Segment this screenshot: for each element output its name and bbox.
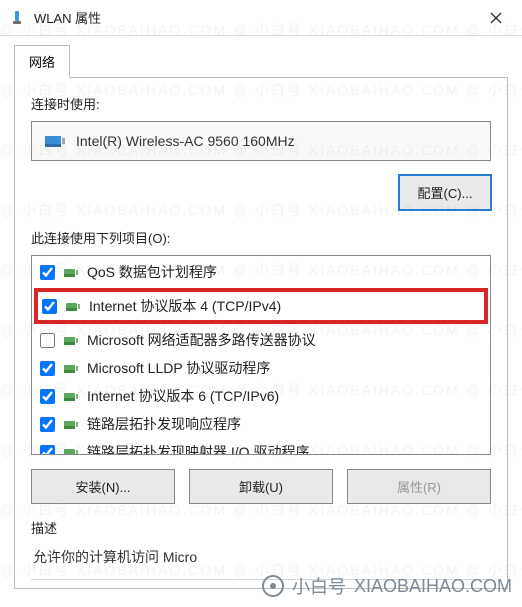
item-label: Internet 协议版本 6 (TCP/IPv6) xyxy=(87,386,279,406)
list-item[interactable]: Microsoft LLDP 协议驱动程序 xyxy=(34,354,488,382)
description-body: 允许你的计算机访问 Micro xyxy=(31,543,491,580)
item-label: QoS 数据包计划程序 xyxy=(87,262,217,282)
item-label: Microsoft LLDP 协议驱动程序 xyxy=(87,358,270,378)
list-item[interactable]: QoS 数据包计划程序 xyxy=(34,258,488,286)
protocol-icon xyxy=(63,333,79,347)
item-checkbox[interactable] xyxy=(40,333,55,348)
protocol-icon xyxy=(63,265,79,279)
close-button[interactable] xyxy=(476,3,516,33)
item-checkbox[interactable] xyxy=(40,417,55,432)
wlan-icon xyxy=(8,9,26,27)
items-list-label: 此连接使用下列项目(O): xyxy=(31,228,491,247)
protocol-icon xyxy=(63,361,79,375)
description-label: 描述 xyxy=(31,518,491,537)
protocol-icon xyxy=(63,417,79,431)
tab-network[interactable]: 网络 xyxy=(14,45,70,78)
uninstall-button[interactable]: 卸载(U) xyxy=(189,469,333,504)
item-label: 链路层拓扑发现映射器 I/O 驱动程序 xyxy=(87,442,309,455)
configure-button[interactable]: 配置(C)... xyxy=(399,175,491,210)
window-title: WLAN 属性 xyxy=(34,8,476,27)
list-item[interactable]: Internet 协议版本 4 (TCP/IPv4) xyxy=(34,288,488,324)
item-checkbox[interactable] xyxy=(40,389,55,404)
adapter-box[interactable]: Intel(R) Wireless-AC 9560 160MHz xyxy=(31,121,491,161)
item-checkbox[interactable] xyxy=(40,361,55,376)
protocol-icon xyxy=(63,389,79,403)
properties-button[interactable]: 属性(R) xyxy=(347,469,491,504)
item-label: 链路层拓扑发现响应程序 xyxy=(87,414,241,434)
network-card-icon xyxy=(44,132,66,150)
list-item[interactable]: Microsoft 网络适配器多路传送器协议 xyxy=(34,326,488,354)
adapter-name: Intel(R) Wireless-AC 9560 160MHz xyxy=(76,133,295,149)
install-button[interactable]: 安装(N)... xyxy=(31,469,175,504)
item-label: Internet 协议版本 4 (TCP/IPv4) xyxy=(89,296,281,316)
list-item[interactable]: 链路层拓扑发现响应程序 xyxy=(34,410,488,438)
protocol-list[interactable]: QoS 数据包计划程序 Internet 协议版本 4 (TCP/IPv4) Mic… xyxy=(31,255,491,455)
connect-using-label: 连接时使用: xyxy=(31,94,491,113)
item-checkbox[interactable] xyxy=(40,265,55,280)
protocol-icon xyxy=(65,299,81,313)
item-checkbox[interactable] xyxy=(40,445,55,456)
list-item[interactable]: 链路层拓扑发现映射器 I/O 驱动程序 xyxy=(34,438,488,455)
item-label: Microsoft 网络适配器多路传送器协议 xyxy=(87,330,316,350)
list-item[interactable]: Internet 协议版本 6 (TCP/IPv6) xyxy=(34,382,488,410)
panel-network: 连接时使用: Intel(R) Wireless-AC 9560 160MHz … xyxy=(14,77,508,589)
item-checkbox[interactable] xyxy=(42,299,57,314)
protocol-icon xyxy=(63,445,79,455)
titlebar: WLAN 属性 xyxy=(0,0,522,36)
